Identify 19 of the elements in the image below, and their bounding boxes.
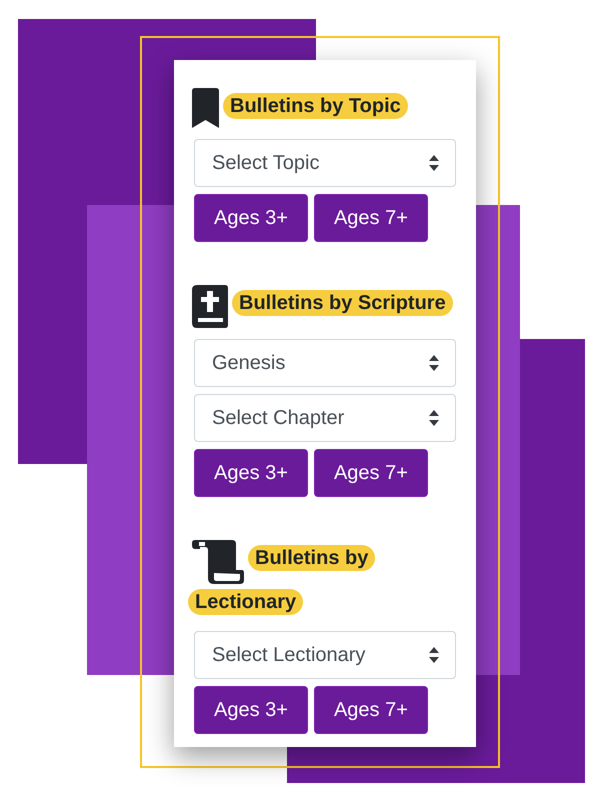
age-button[interactable]: Ages 7+ — [314, 194, 428, 242]
age-button[interactable]: Ages 7+ — [314, 449, 428, 497]
updown-caret-icon — [429, 647, 439, 663]
updown-caret-icon — [429, 355, 439, 371]
bible-icon — [192, 285, 228, 328]
select-dropdown[interactable]: Select Topic — [194, 139, 456, 187]
select-dropdown[interactable]: Select Chapter — [194, 394, 456, 442]
age-button[interactable]: Ages 7+ — [314, 686, 428, 734]
section-heading: Bulletins by Topic — [223, 93, 408, 119]
age-button[interactable]: Ages 3+ — [194, 686, 308, 734]
scroll-icon — [192, 540, 244, 584]
select-dropdown[interactable]: Select Lectionary — [194, 631, 456, 679]
age-button[interactable]: Ages 3+ — [194, 194, 308, 242]
select-dropdown[interactable]: Genesis — [194, 339, 456, 387]
age-button[interactable]: Ages 3+ — [194, 449, 308, 497]
section-heading: Bulletins by Scripture — [232, 290, 453, 316]
bookmark-icon — [192, 88, 219, 128]
updown-caret-icon — [429, 155, 439, 171]
updown-caret-icon — [429, 410, 439, 426]
